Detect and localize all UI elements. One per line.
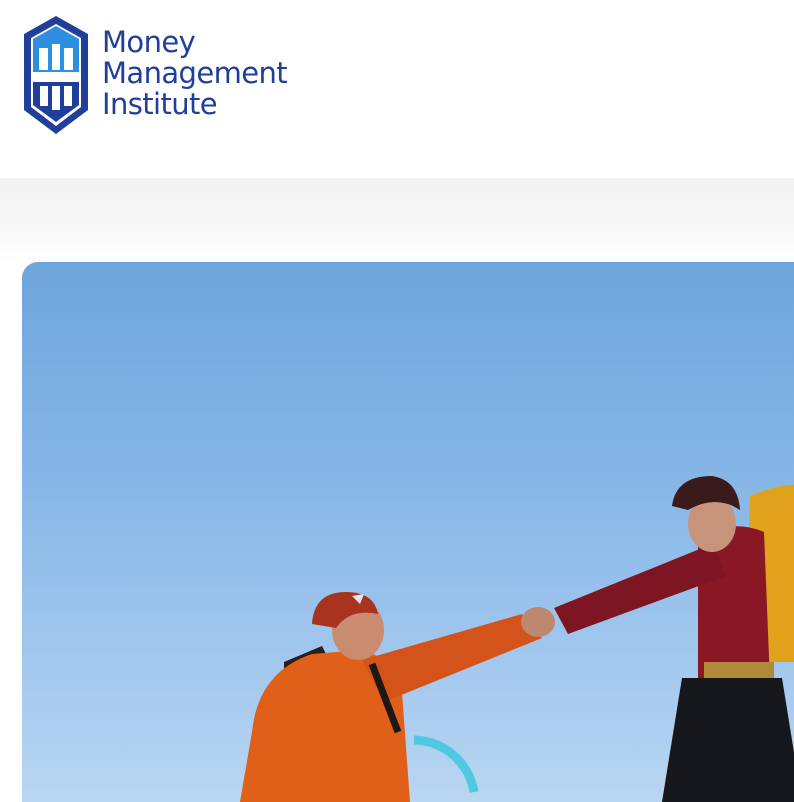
brand-wordmark: Money Management Institute	[102, 25, 288, 121]
brand-logo-link[interactable]: Money Management Institute	[22, 14, 288, 136]
brand-name-line-3: Institute	[102, 87, 218, 121]
shield-logo-icon	[24, 16, 88, 134]
brand-name-line-2: Management	[102, 56, 288, 90]
hero-image	[22, 262, 794, 802]
header-shadow-band	[0, 178, 794, 262]
hikers-illustration	[240, 476, 794, 802]
site-header: Money Management Institute	[0, 0, 794, 178]
brand-name-line-1: Money	[102, 25, 196, 59]
